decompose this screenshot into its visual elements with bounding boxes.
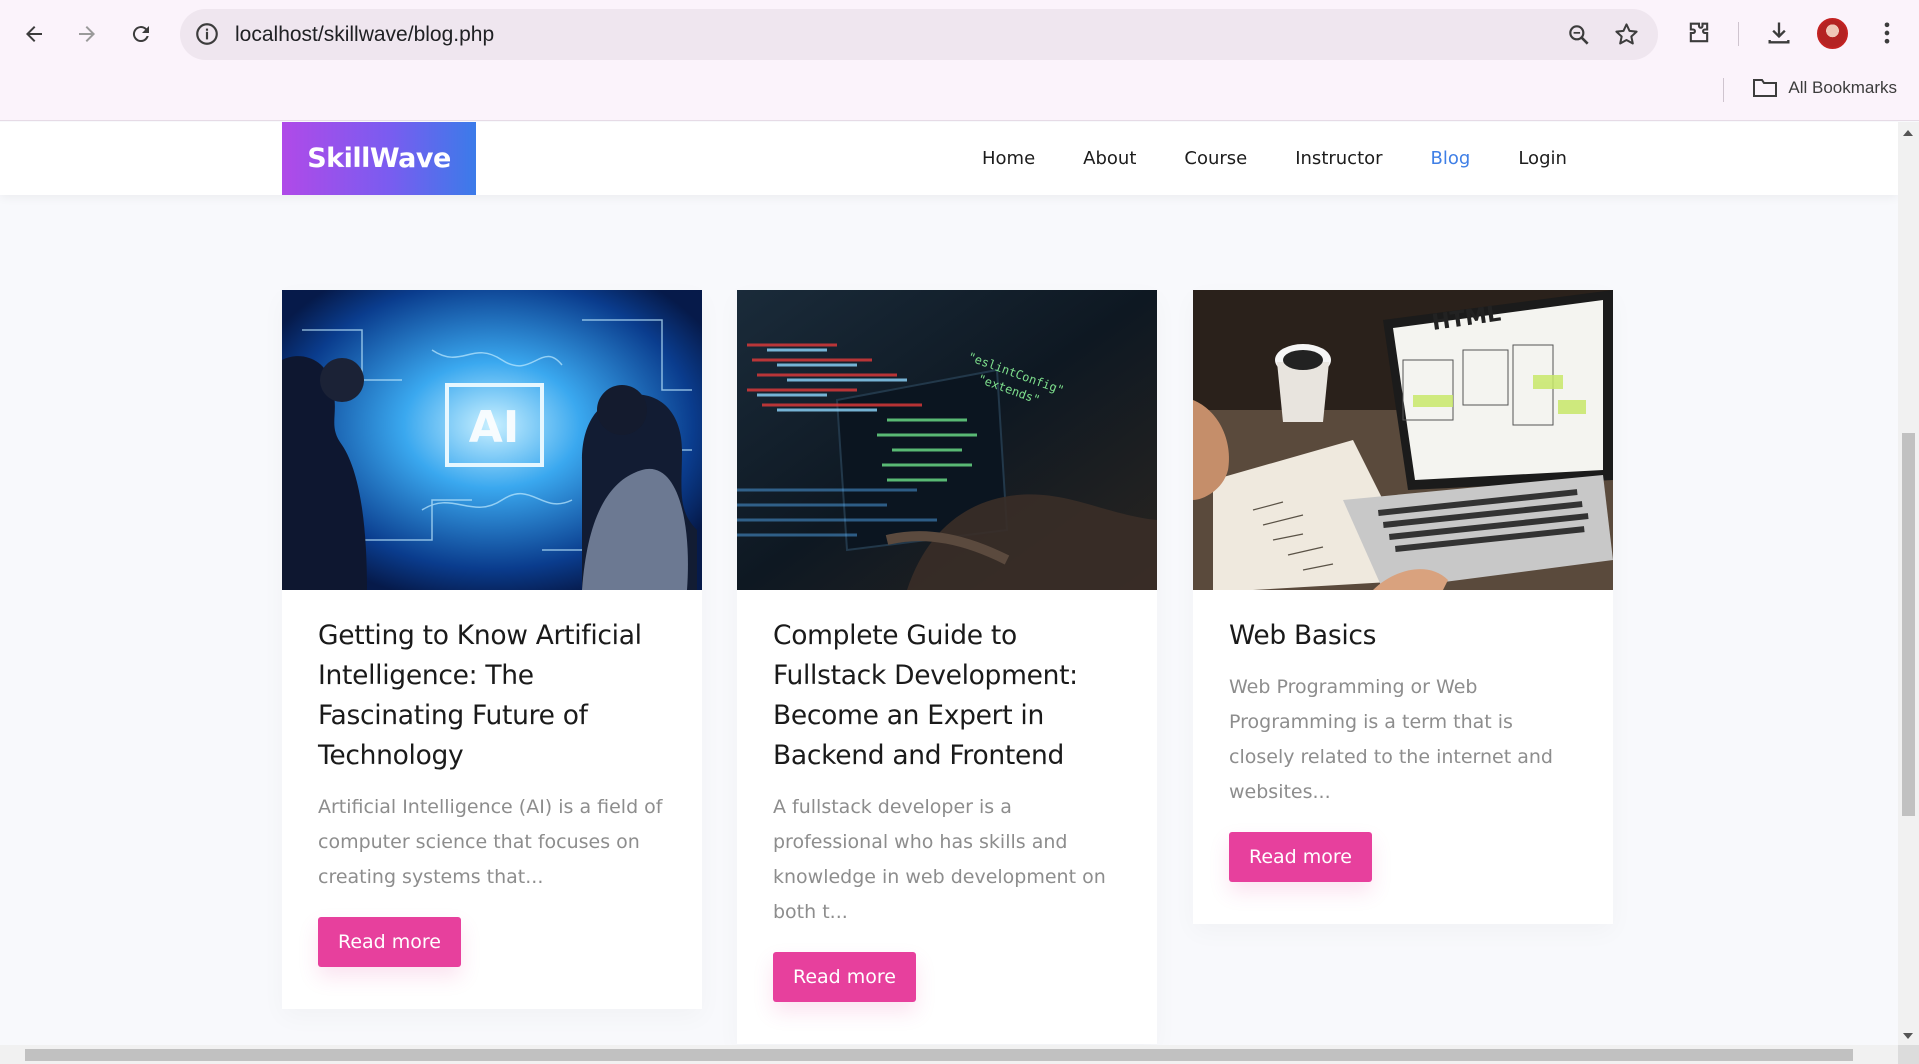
all-bookmarks-button[interactable]: All Bookmarks — [1752, 77, 1897, 99]
scroll-up-icon[interactable] — [1903, 130, 1913, 136]
forward-icon — [79, 26, 95, 42]
nav-login[interactable]: Login — [1518, 148, 1567, 169]
scrollbar-corner — [1898, 1045, 1919, 1064]
nav-instructor[interactable]: Instructor — [1295, 148, 1382, 169]
read-more-button[interactable]: Read more — [773, 952, 916, 1002]
browser-menu-button[interactable] — [1870, 16, 1904, 50]
reload-button[interactable] — [121, 14, 161, 54]
blog-image-ai[interactable]: AI — [282, 290, 702, 590]
nav-course[interactable]: Course — [1184, 148, 1247, 169]
address-bar[interactable]: localhost/skillwave/blog.php — [180, 9, 1658, 60]
downloads-button[interactable] — [1762, 16, 1796, 50]
back-icon — [26, 26, 42, 42]
blog-card: AI Getting to Know Artificial Intelligen… — [282, 290, 702, 1009]
site-logo[interactable]: SkillWave — [282, 122, 476, 195]
main-nav: Home About Course Instructor Blog Login — [982, 122, 1615, 195]
all-bookmarks-label: All Bookmarks — [1788, 78, 1897, 97]
vertical-scroll-thumb[interactable] — [1902, 433, 1915, 816]
extensions-button[interactable] — [1682, 16, 1716, 50]
zoom-icon[interactable] — [1566, 22, 1592, 48]
extensions-icon — [1689, 22, 1709, 43]
browser-toolbar: localhost/skillwave/blog.php All Bookmar… — [0, 0, 1919, 121]
horizontal-scroll-thumb[interactable] — [25, 1049, 1853, 1061]
bookmarks-divider — [1723, 78, 1724, 102]
site-header: SkillWave Home About Course Instructor B… — [0, 122, 1898, 195]
back-button[interactable] — [14, 14, 54, 54]
blog-card: "eslintConfig" "extends" Complete Guide … — [737, 290, 1157, 1044]
horizontal-scrollbar[interactable] — [0, 1045, 1898, 1064]
folder-icon — [1753, 79, 1778, 97]
nav-about[interactable]: About — [1083, 148, 1136, 169]
profile-avatar[interactable] — [1817, 18, 1848, 49]
scroll-down-icon[interactable] — [1903, 1033, 1913, 1039]
info-icon[interactable] — [194, 21, 220, 47]
blog-excerpt: Web Programming or Web Programming is a … — [1229, 676, 1553, 803]
url-text[interactable]: localhost/skillwave/blog.php — [235, 23, 494, 47]
download-icon — [1768, 22, 1790, 44]
nav-blog[interactable]: Blog — [1431, 148, 1471, 169]
nav-home[interactable]: Home — [982, 148, 1035, 169]
forward-button[interactable] — [67, 14, 107, 54]
blog-image-fullstack[interactable]: "eslintConfig" "extends" — [737, 290, 1157, 590]
menu-kebab-icon — [1884, 22, 1890, 44]
blog-excerpt: Artificial Intelligence (AI) is a field … — [318, 796, 663, 888]
toolbar-divider — [1738, 22, 1739, 46]
blog-title[interactable]: Web Basics — [1229, 616, 1577, 656]
blog-card: HTML Web Basics Web Programming or Web P… — [1193, 290, 1613, 924]
blog-image-web-basics[interactable]: HTML — [1193, 290, 1613, 590]
vertical-scrollbar[interactable] — [1898, 122, 1919, 1045]
star-icon[interactable] — [1613, 21, 1640, 48]
read-more-button[interactable]: Read more — [1229, 832, 1372, 882]
page-viewport: SkillWave Home About Course Instructor B… — [0, 122, 1898, 1045]
reload-icon — [132, 26, 149, 43]
svg-text:AI: AI — [469, 402, 519, 453]
read-more-button[interactable]: Read more — [318, 917, 461, 967]
blog-title[interactable]: Complete Guide to Fullstack Development:… — [773, 616, 1121, 776]
blog-excerpt: A fullstack developer is a professional … — [773, 796, 1106, 923]
blog-title[interactable]: Getting to Know Artificial Intelligence:… — [318, 616, 666, 776]
